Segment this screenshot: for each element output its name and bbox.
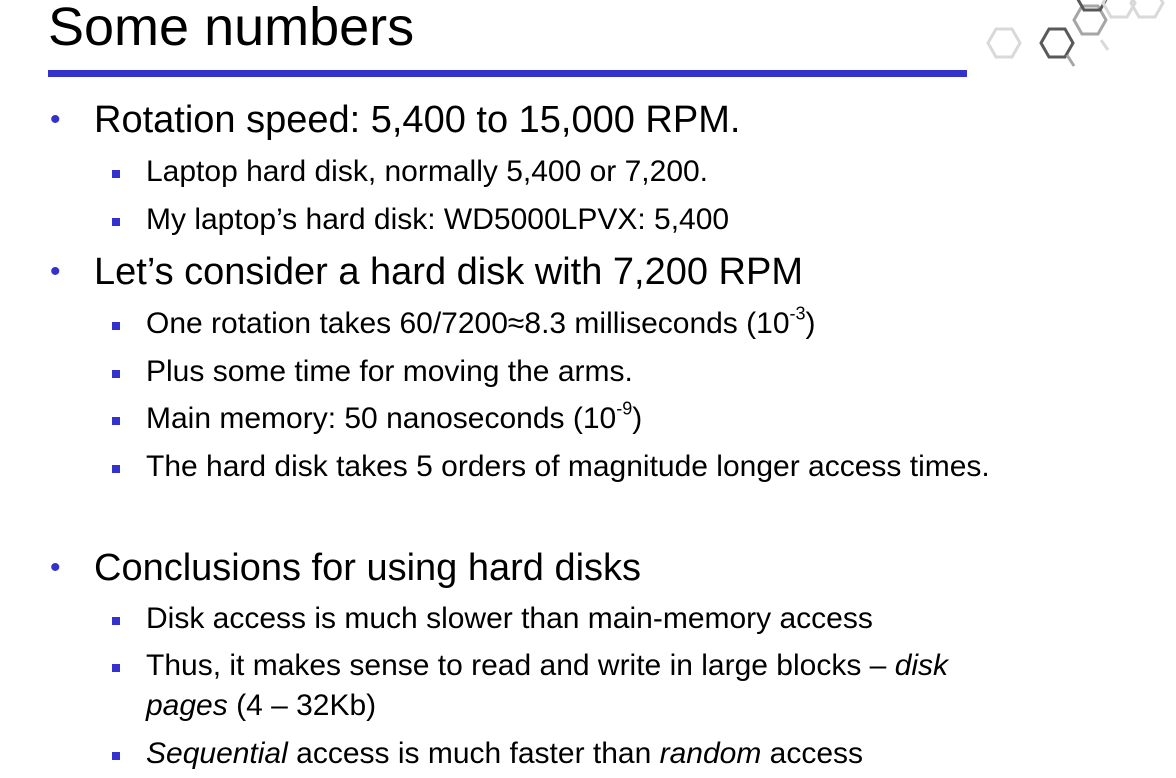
sub-bullet-text: Sequential access is much faster than ra… [146,737,864,770]
bullet-text: Conclusions for using hard disks [94,547,642,589]
bullet-list: • Rotation speed: 5,400 to 15,000 RPM. L… [0,0,1176,778]
square-bullet-icon [112,170,120,178]
sub-bullet-orders-of-magnitude: The hard disk takes 5 orders of magnitud… [112,447,990,487]
square-bullet-icon [112,752,120,760]
sub-bullet-main-memory: Main memory: 50 nanoseconds (10-9) [112,398,643,439]
sub-bullet-sequential-vs-random: Sequential access is much faster than ra… [112,734,864,774]
sub-bullet-text: My laptop’s hard disk: WD5000LPVX: 5,400 [146,203,730,236]
sub-bullet-moving-arms: Plus some time for moving the arms. [112,352,633,392]
sub-bullet-disk-access-slower: Disk access is much slower than main-mem… [112,599,873,639]
bullet-rotation-speed: • Rotation speed: 5,400 to 15,000 RPM. [50,98,741,142]
sub-bullet-text: Main memory: 50 nanoseconds (10-9) [146,398,643,436]
sub-bullet-large-blocks: Thus, it makes sense to read and write i… [112,646,949,726]
bullet-dot-icon: • [50,103,61,136]
bullet-consider-7200: • Let’s consider a hard disk with 7,200 … [50,250,803,294]
sub-bullet-laptop-hard-disk: Laptop hard disk, normally 5,400 or 7,20… [112,152,709,192]
sub-bullet-text: Disk access is much slower than main-mem… [146,602,873,635]
square-bullet-icon [112,617,120,625]
sub-bullet-text: Plus some time for moving the arms. [146,355,633,388]
sub-bullet-my-laptop-disk: My laptop’s hard disk: WD5000LPVX: 5,400 [112,200,730,240]
square-bullet-icon [112,218,120,226]
sub-bullet-text: Thus, it makes sense to read and write i… [146,649,949,722]
square-bullet-icon [112,417,120,425]
bullet-dot-icon: • [50,255,61,288]
square-bullet-icon [112,664,120,672]
sub-bullet-text: One rotation takes 60/7200≈8.3 milliseco… [146,303,816,341]
sub-bullet-text: Laptop hard disk, normally 5,400 or 7,20… [146,155,709,188]
slide: Some numbers • Rotation speed: 5,400 to … [0,0,1176,778]
square-bullet-icon [112,322,120,330]
square-bullet-icon [112,370,120,378]
bullet-conclusions: • Conclusions for using hard disks [50,546,642,590]
bullet-dot-icon: • [50,551,61,584]
bullet-text: Rotation speed: 5,400 to 15,000 RPM. [94,99,741,141]
sub-bullet-text: The hard disk takes 5 orders of magnitud… [146,450,990,483]
bullet-text: Let’s consider a hard disk with 7,200 RP… [94,251,803,293]
sub-bullet-one-rotation: One rotation takes 60/7200≈8.3 milliseco… [112,303,816,344]
square-bullet-icon [112,465,120,473]
